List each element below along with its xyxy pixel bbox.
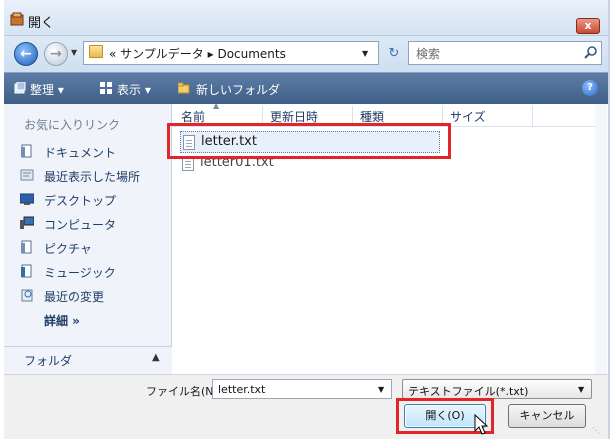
- window-title: 開く: [28, 16, 55, 31]
- command-toolbar: [4, 72, 608, 104]
- pictures-icon: [21, 240, 32, 254]
- search-icon[interactable]: [584, 45, 598, 59]
- file-type-value[interactable]: テキストファイル(*.txt): [408, 383, 528, 399]
- cancel-button[interactable]: キャンセル: [508, 404, 586, 428]
- recent-places-icon: [20, 169, 34, 181]
- documents-icon: [21, 144, 32, 158]
- mouse-cursor-icon: [474, 414, 489, 435]
- nav-item-label: 最近の変更: [44, 290, 105, 304]
- recently-changed-icon: [21, 289, 33, 302]
- forward-button[interactable]: →: [44, 42, 68, 66]
- open-dialog-icon: [10, 12, 24, 26]
- resize-grip-icon[interactable]: ⋱: [592, 426, 600, 435]
- organize-icon: [14, 82, 26, 94]
- nav-item-label: ミュージック: [44, 266, 116, 280]
- folder-icon: [89, 45, 103, 58]
- breadcrumb[interactable]: « サンプルデータ ▸ Documents: [109, 45, 286, 62]
- filename-label: ファイル名(N):: [146, 385, 222, 398]
- computer-icon: [20, 216, 34, 229]
- folders-label: フォルダ: [24, 354, 73, 368]
- help-button[interactable]: ?: [582, 80, 598, 96]
- views-button[interactable]: 表示 ▾: [117, 81, 151, 98]
- column-size[interactable]: サイズ: [450, 108, 486, 125]
- nav-item-label: コンピュータ: [44, 218, 117, 232]
- nav-item-label: 最近表示した場所: [44, 170, 141, 184]
- nav-item-label: ドキュメント: [44, 146, 117, 160]
- filename-value[interactable]: letter.txt: [218, 383, 265, 396]
- nav-item-label: デスクトップ: [44, 194, 117, 208]
- recent-pages-dropdown[interactable]: ▼: [71, 48, 77, 57]
- music-icon: [21, 264, 32, 278]
- favorite-links-heading: お気に入りリンク: [24, 118, 121, 132]
- vertical-scrollbar[interactable]: [595, 104, 607, 374]
- new-folder-button[interactable]: 新しいフォルダ: [196, 81, 280, 98]
- new-folder-icon: [178, 82, 190, 94]
- back-button[interactable]: ←: [14, 42, 38, 66]
- column-divider[interactable]: [532, 106, 533, 126]
- file-type-dropdown-icon[interactable]: ▼: [578, 385, 584, 394]
- chevron-up-icon[interactable]: ▲: [152, 352, 160, 363]
- refresh-icon[interactable]: ↻: [383, 44, 405, 64]
- organize-button[interactable]: 整理 ▾: [30, 81, 64, 98]
- annotation-box-file: [167, 123, 451, 159]
- sort-ascending-icon: ▲: [213, 101, 220, 110]
- address-history-dropdown[interactable]: ▼: [362, 49, 368, 58]
- filename-dropdown-icon[interactable]: ▼: [378, 385, 384, 394]
- search-placeholder: 検索: [416, 47, 441, 61]
- title-bar: [4, 0, 608, 36]
- views-icon: [100, 82, 112, 94]
- desktop-icon: [20, 193, 34, 205]
- more-links[interactable]: 詳細 »: [44, 312, 80, 329]
- nav-item-label: ピクチャ: [44, 242, 92, 256]
- close-button[interactable]: x: [576, 18, 600, 34]
